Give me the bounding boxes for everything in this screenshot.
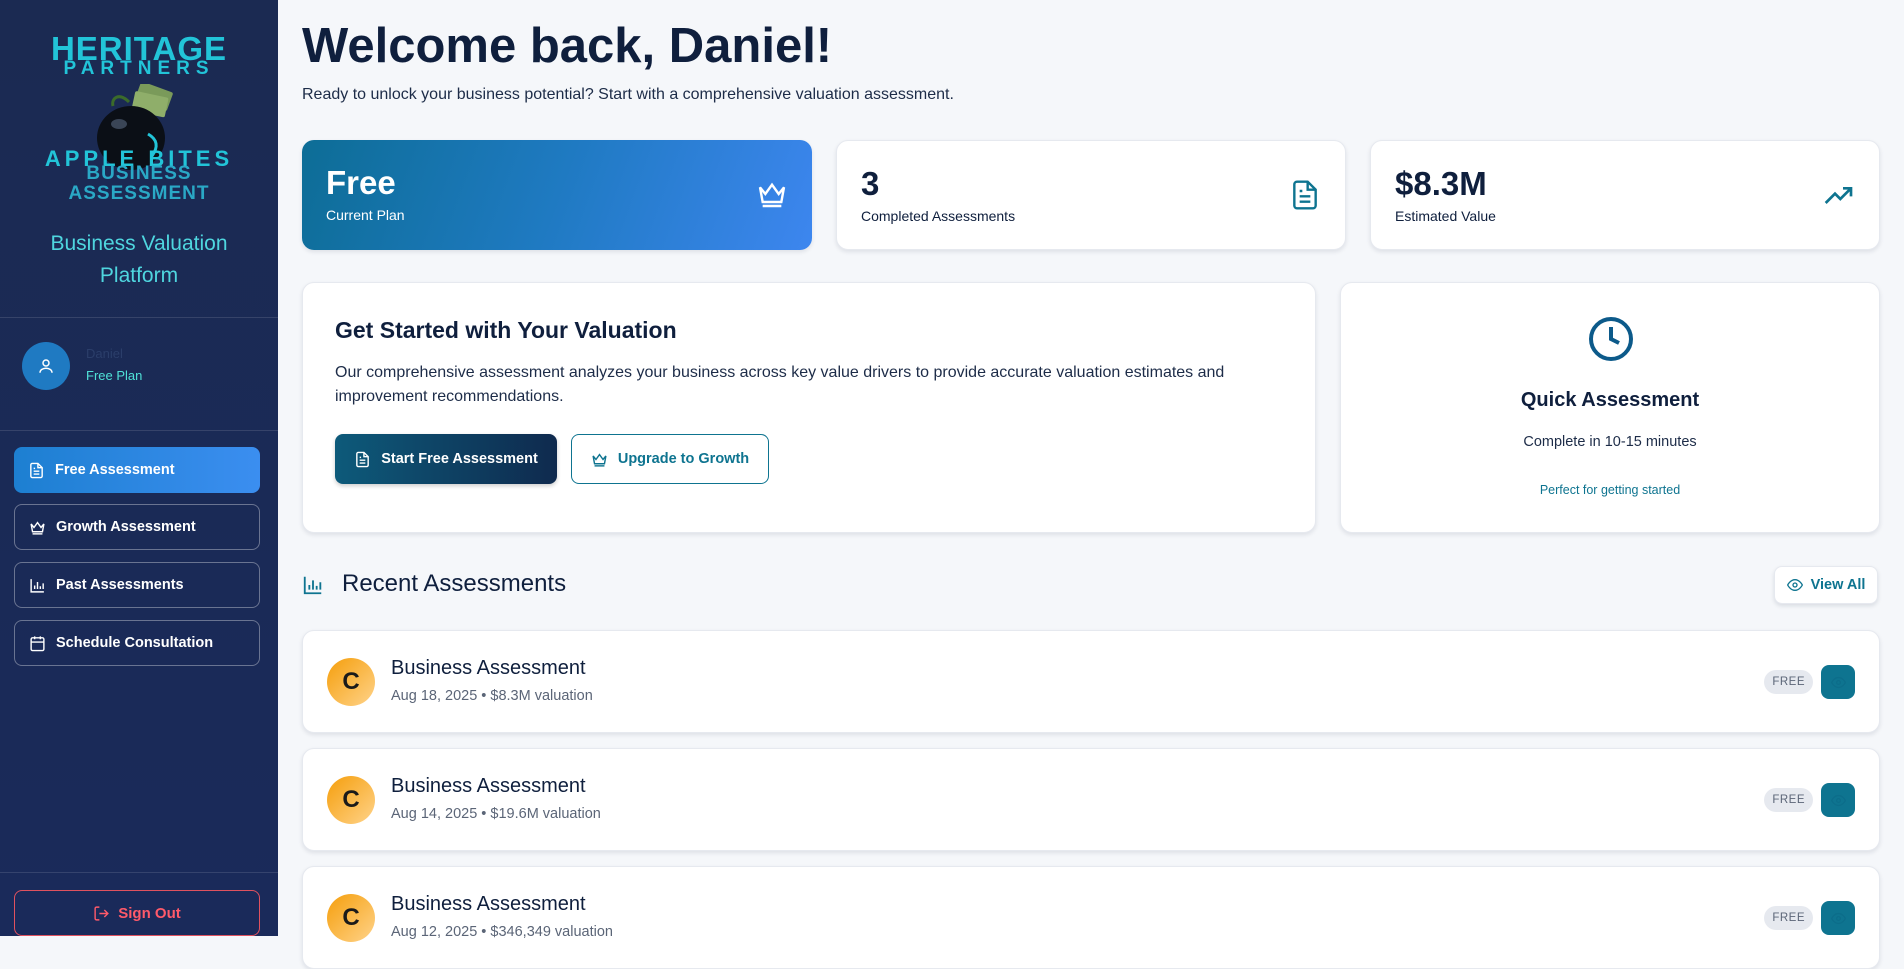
assessment-title: Business Assessment xyxy=(391,775,586,797)
assessment-row[interactable]: C Business Assessment Aug 12, 2025 • $34… xyxy=(302,866,1880,969)
current-plan-card: Free Current Plan xyxy=(302,140,812,250)
bar-chart-icon xyxy=(30,578,44,593)
crown-icon xyxy=(758,182,786,208)
upgrade-to-growth-button[interactable]: Upgrade to Growth xyxy=(571,434,769,484)
get-started-description: Our comprehensive assessment analyzes yo… xyxy=(335,364,1225,405)
sidebar-item-label: Growth Assessment xyxy=(56,519,196,535)
assessment-title: Business Assessment xyxy=(391,893,586,915)
logo-business-text: BUSINESS xyxy=(86,163,192,184)
document-icon xyxy=(356,451,370,467)
stat-value: Free xyxy=(326,164,396,201)
get-started-title: Get Started with Your Valuation xyxy=(335,317,677,343)
tier-badge: FREE xyxy=(1764,670,1813,694)
completed-assessments-card: 3 Completed Assessments xyxy=(836,140,1346,250)
quick-assessment-note: Perfect for getting started xyxy=(1539,483,1681,497)
sign-out-label: Sign Out xyxy=(118,904,181,922)
page-title: Welcome back, Daniel! xyxy=(302,19,833,73)
document-icon xyxy=(30,462,43,478)
stat-value: 3 xyxy=(861,165,880,202)
eye-icon xyxy=(1786,578,1803,592)
logout-icon xyxy=(94,905,110,921)
button-label: Start Free Assessment xyxy=(381,451,538,467)
view-assessment-button[interactable] xyxy=(1821,901,1855,935)
sidebar-divider xyxy=(0,430,278,431)
quick-assessment-card: Quick Assessment Complete in 10-15 minut… xyxy=(1340,282,1880,533)
sidebar-divider xyxy=(0,872,278,873)
brand-logo[interactable]: HERITAGE PARTNERS APPLE BITES BUSINESS A… xyxy=(0,28,278,204)
clock-icon xyxy=(1589,317,1633,361)
bar-chart-icon xyxy=(303,576,322,595)
quick-assessment-title: Quick Assessment xyxy=(1520,389,1700,411)
avatar xyxy=(22,342,70,390)
user-name: Daniel xyxy=(86,346,123,361)
view-all-button[interactable]: View All xyxy=(1774,566,1878,604)
sidebar-item-label: Free Assessment xyxy=(55,462,175,478)
assessment-grade-badge: C xyxy=(327,658,375,706)
trending-up-icon xyxy=(1824,187,1853,204)
eye-icon xyxy=(1830,912,1846,924)
sidebar-item-label: Past Assessments xyxy=(56,577,184,593)
platform-title: Business Valuation Platform xyxy=(50,232,228,287)
crown-icon xyxy=(30,520,45,535)
estimated-value-card: $8.3M Estimated Value xyxy=(1370,140,1880,250)
sidebar-item-past-assessments[interactable]: Past Assessments xyxy=(14,562,260,608)
tier-badge: FREE xyxy=(1764,788,1813,812)
start-free-assessment-button[interactable]: Start Free Assessment xyxy=(335,434,557,484)
assessment-row[interactable]: C Business Assessment Aug 14, 2025 • $19… xyxy=(302,748,1880,851)
view-assessment-button[interactable] xyxy=(1821,783,1855,817)
quick-assessment-subtitle: Complete in 10-15 minutes xyxy=(1523,434,1697,450)
user-plan: Free Plan xyxy=(86,368,143,383)
calendar-icon xyxy=(30,635,45,651)
crown-icon xyxy=(592,452,607,467)
sidebar-item-schedule-consultation[interactable]: Schedule Consultation xyxy=(14,620,260,666)
user-icon xyxy=(39,359,53,373)
assessment-title: Business Assessment xyxy=(391,657,586,679)
sidebar-item-growth-assessment[interactable]: Growth Assessment xyxy=(14,504,260,550)
stat-label: Completed Assessments xyxy=(861,208,1016,224)
document-icon xyxy=(1293,180,1317,210)
assessment-grade-badge: C xyxy=(327,894,375,942)
sidebar-item-free-assessment[interactable]: Free Assessment xyxy=(14,447,260,493)
assessment-grade-badge: C xyxy=(327,776,375,824)
assessment-row[interactable]: C Business Assessment Aug 18, 2025 • $8.… xyxy=(302,630,1880,733)
tier-badge: FREE xyxy=(1764,906,1813,930)
button-label: Upgrade to Growth xyxy=(617,451,750,467)
stat-label: Current Plan xyxy=(326,207,405,223)
sidebar-item-label: Schedule Consultation xyxy=(56,635,214,651)
stat-label: Estimated Value xyxy=(1395,208,1496,224)
logo-business-assessment-text: BUSINESS ASSESSMENT xyxy=(0,164,278,204)
view-assessment-button[interactable] xyxy=(1821,665,1855,699)
sidebar: HERITAGE PARTNERS APPLE BITES BUSINESS A… xyxy=(0,0,278,936)
view-all-label: View All xyxy=(1810,577,1866,593)
sidebar-divider xyxy=(0,317,278,318)
eye-icon xyxy=(1830,676,1846,688)
assessment-meta: Aug 18, 2025 • $8.3M valuation xyxy=(391,688,593,704)
stat-value: $8.3M xyxy=(1395,165,1487,202)
assessment-meta: Aug 14, 2025 • $19.6M valuation xyxy=(391,806,601,822)
assessment-meta: Aug 12, 2025 • $346,349 valuation xyxy=(391,924,613,940)
logo-assessment-text: ASSESSMENT xyxy=(68,183,210,204)
get-started-card: Get Started with Your Valuation Our comp… xyxy=(302,282,1316,533)
page-subtitle: Ready to unlock your business potential?… xyxy=(302,86,954,103)
sign-out-button[interactable]: Sign Out xyxy=(14,890,260,936)
recent-assessments-title: Recent Assessments xyxy=(342,570,567,597)
eye-icon xyxy=(1830,794,1846,806)
logo-partners-text: PARTNERS xyxy=(63,58,215,79)
